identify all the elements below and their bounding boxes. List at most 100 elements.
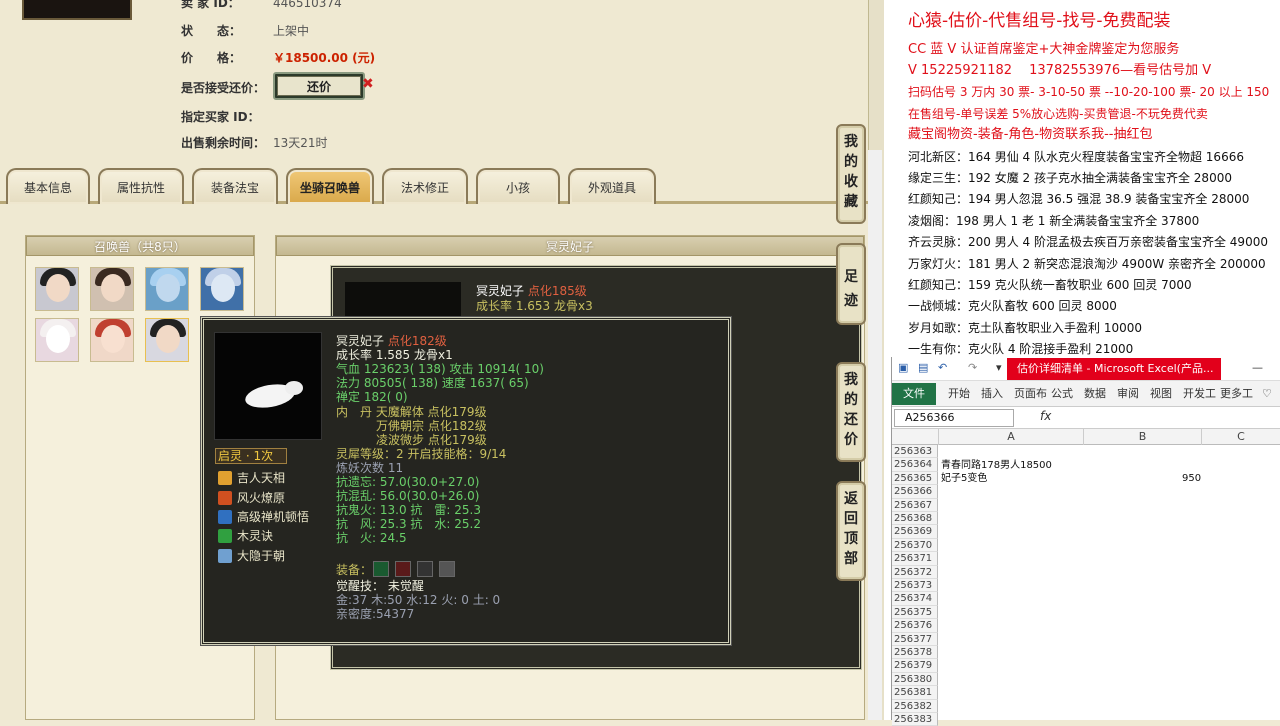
skill-5-icon: [218, 549, 232, 563]
ribbon-tab-formulas[interactable]: 公式: [1051, 383, 1073, 405]
skill-3[interactable]: 高级禅机顿悟: [218, 509, 309, 525]
formula-bar: A256366 fx: [892, 407, 1280, 429]
minimize-icon[interactable]: —: [1252, 361, 1263, 374]
row-header[interactable]: 256365: [892, 471, 938, 486]
my-favorites-button[interactable]: 我的收藏: [836, 124, 866, 224]
fx-icon[interactable]: fx: [1040, 409, 1051, 423]
select-all-corner[interactable]: [892, 429, 939, 445]
row-header[interactable]: 256380: [892, 672, 938, 687]
price-label: 价 格：: [181, 51, 242, 65]
cell-a256365[interactable]: 妃子5变色: [941, 472, 987, 485]
ribbon-tab-data[interactable]: 数据: [1084, 383, 1106, 405]
equip-slot-4[interactable]: [439, 561, 455, 577]
row-header[interactable]: 256367: [892, 498, 938, 512]
tooltip-neidan-1: 内 丹 天魔解体 点化179级: [336, 405, 487, 419]
skill-5[interactable]: 大隐于朝: [218, 548, 285, 564]
ribbon-tab-review[interactable]: 审阅: [1117, 383, 1139, 405]
row-header[interactable]: 256377: [892, 632, 938, 646]
tooltip-equip-label: 装备：: [336, 563, 373, 577]
ribbon-file-tab[interactable]: 文件: [892, 383, 936, 405]
tab-spell-mods[interactable]: 法术修正: [382, 168, 468, 204]
row-header[interactable]: 256372: [892, 565, 938, 579]
tab-attributes[interactable]: 属性抗性: [98, 168, 184, 204]
skill-1[interactable]: 吉人天相: [218, 470, 285, 486]
cell-a256364[interactable]: 青春同路178男人18500: [941, 459, 1052, 472]
summon-avatar-6[interactable]: [90, 318, 134, 362]
ribbon-tab-home[interactable]: 开始: [948, 383, 970, 405]
back-to-top-label: 返回顶部: [844, 491, 858, 567]
page-scrollbar[interactable]: [868, 150, 882, 720]
row-header[interactable]: 256363: [892, 445, 938, 459]
row-header[interactable]: 256373: [892, 579, 938, 593]
row-header[interactable]: 256374: [892, 592, 938, 606]
column-header-a[interactable]: A: [939, 429, 1084, 445]
row-header[interactable]: 256381: [892, 686, 938, 700]
status-label: 状 态：: [181, 24, 242, 38]
save-icon[interactable]: ▤: [918, 361, 928, 374]
tooltip-elements: 金:37 木:50 水:12 火: 0 土: 0: [336, 593, 501, 607]
row-header[interactable]: 256364: [892, 458, 938, 472]
summon-avatar-3[interactable]: [145, 267, 189, 311]
tab-appearance[interactable]: 外观道具: [568, 168, 656, 204]
row-header[interactable]: 256382: [892, 699, 938, 713]
equip-slot-1[interactable]: [373, 561, 389, 577]
ribbon-tab-more[interactable]: 更多工: [1220, 383, 1253, 405]
row-header[interactable]: 256378: [892, 646, 938, 660]
excel-titlebar: ▣ ▤ ↶ ↷ ▾ 估价详细清单 - Microsoft Excel(产品...…: [892, 357, 1280, 381]
skill-1-icon: [218, 471, 232, 485]
listing-7: 红颜知己：159 克火队统一畜牧职业 600 回灵 7000: [908, 278, 1192, 292]
listing-4: 凌烟阁：198 男人 1 老 1 新全满装备宝宝齐全 37800: [908, 214, 1200, 228]
summon-avatar-2[interactable]: [90, 267, 134, 311]
price-value: ￥18500.00 (元): [273, 51, 376, 65]
row-header[interactable]: 256371: [892, 552, 938, 566]
row-header[interactable]: 256369: [892, 525, 938, 539]
tab-basic-info[interactable]: 基本信息: [6, 168, 90, 204]
row-header[interactable]: 256375: [892, 605, 938, 620]
row-header[interactable]: 256368: [892, 512, 938, 526]
tooltip-res-5: 抗 火: 24.5: [336, 531, 407, 545]
tab-mounts-summons[interactable]: 坐骑召唤兽: [286, 168, 374, 204]
equip-slot-3[interactable]: [417, 561, 433, 577]
footprint-button[interactable]: 足迹: [836, 243, 866, 325]
undo-icon[interactable]: ↶: [938, 361, 947, 374]
summon-avatar-1[interactable]: [35, 267, 79, 311]
status-value: 上架中: [273, 24, 310, 38]
column-header-b[interactable]: B: [1084, 429, 1202, 445]
equip-slot-2[interactable]: [395, 561, 411, 577]
promo-line-3: 扫码估号 3 万内 30 票- 3-10-50 票 --10-20-100 票-…: [908, 85, 1270, 99]
skill-2-icon: [218, 491, 232, 505]
column-header-c[interactable]: C: [1202, 429, 1280, 445]
counter-offer-button[interactable]: 还价: [273, 72, 365, 100]
tooltip-hp-attack: 气血 123623( 138) 攻击 10914( 10): [336, 362, 544, 376]
tab-children[interactable]: 小孩: [476, 168, 560, 204]
promo-line-1: CC 蓝 V 认证首席鉴定+大神金牌鉴定为您服务: [908, 42, 1180, 57]
name-box[interactable]: A256366: [894, 409, 1014, 427]
summon-avatar-4[interactable]: [200, 267, 244, 311]
cell-b256365[interactable]: 950: [1182, 472, 1201, 485]
summon-card-name: 冥灵妃子: [476, 284, 525, 298]
redo-icon[interactable]: ↷: [968, 361, 977, 374]
row-header[interactable]: 256370: [892, 538, 938, 553]
ribbon-tab-layout[interactable]: 页面布: [1014, 383, 1047, 405]
ribbon-tab-developer[interactable]: 开发工: [1183, 383, 1216, 405]
summon-avatar-5[interactable]: [35, 318, 79, 362]
row-header[interactable]: 256366: [892, 485, 938, 499]
ribbon-collapse-icon[interactable]: ♡: [1262, 383, 1272, 405]
tooltip-res-3: 抗鬼火: 13.0 抗 雷: 25.3: [336, 503, 481, 517]
summon-tooltip: 启灵 · 1次 吉人天相 风火燎原 高级禅机顿悟 木灵诀 大隐于朝 冥灵妃子 点…: [201, 317, 731, 645]
back-to-top-button[interactable]: 返回顶部: [836, 481, 866, 581]
ribbon-tab-view[interactable]: 视图: [1150, 383, 1172, 405]
tab-equipment[interactable]: 装备法宝: [192, 168, 278, 204]
ribbon-tab-insert[interactable]: 插入: [981, 383, 1003, 405]
skill-4[interactable]: 木灵诀: [218, 528, 273, 544]
listing-6: 万家灯火：181 男人 2 新突恋混浪淘沙 4900W 亲密齐全 200000: [908, 257, 1266, 271]
quick-access-dropdown-icon[interactable]: ▾: [996, 361, 1002, 374]
my-counter-offers-button[interactable]: 我的还价: [836, 362, 866, 462]
detail-tabs: 基本信息 属性抗性 装备法宝 坐骑召唤兽 法术修正 小孩 外观道具: [0, 168, 868, 204]
tooltip-lianyao: 炼妖次数 11: [336, 461, 404, 475]
row-header[interactable]: 256376: [892, 619, 938, 633]
summon-avatar-7[interactable]: [145, 318, 189, 362]
excel-window-title: 估价详细清单 - Microsoft Excel(产品...: [1007, 358, 1221, 380]
skill-2[interactable]: 风火燎原: [218, 490, 285, 506]
row-header[interactable]: 256379: [892, 659, 938, 673]
